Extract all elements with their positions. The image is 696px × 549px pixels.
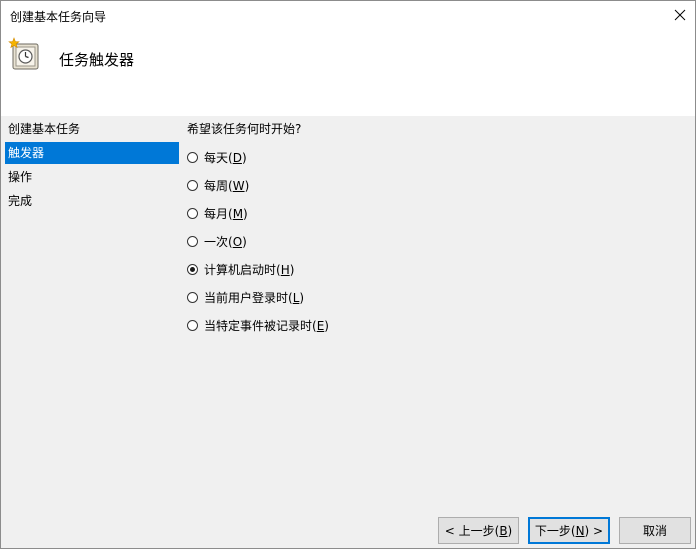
wizard-window: 创建基本任务向导 任务触发器 创建基本任务 触发器 操作 完成 希望该任务何时开… — [0, 0, 696, 549]
radio-button[interactable] — [187, 319, 198, 331]
radio-label: 每天(D) — [204, 150, 247, 165]
radio-label: 一次(O) — [204, 234, 247, 249]
wizard-steps-sidebar: 创建基本任务 触发器 操作 完成 — [5, 118, 179, 214]
radio-button[interactable] — [187, 179, 198, 191]
close-button[interactable] — [665, 1, 695, 31]
close-icon — [674, 9, 686, 24]
title-bar: 创建基本任务向导 — [1, 1, 695, 31]
sidebar-item-trigger[interactable]: 触发器 — [5, 142, 179, 164]
radio-button[interactable] — [187, 291, 198, 303]
radio-label: 当前用户登录时(L) — [204, 290, 305, 305]
radio-label: 每月(M) — [204, 206, 248, 221]
sidebar-item-create-basic-task[interactable]: 创建基本任务 — [5, 118, 179, 140]
radio-button[interactable] — [187, 235, 198, 247]
radio-at-logon[interactable]: 当前用户登录时(L) — [187, 288, 304, 306]
window-title: 创建基本任务向导 — [10, 10, 107, 24]
radio-label: 计算机启动时(H) — [204, 262, 295, 277]
radio-label: 每周(W) — [204, 178, 250, 193]
trigger-options-panel: 希望该任务何时开始? 每天(D) 每周(W) 每月(M) 一次(O) 计算机启动… — [187, 118, 687, 333]
radio-label: 当特定事件被记录时(E) — [204, 318, 329, 333]
cancel-button[interactable]: 取消 — [619, 517, 691, 544]
radio-once[interactable]: 一次(O) — [187, 232, 247, 250]
next-button[interactable]: 下一步(N) > — [528, 517, 610, 544]
radio-button[interactable] — [187, 151, 198, 163]
radio-daily[interactable]: 每天(D) — [187, 148, 247, 166]
sidebar-item-finish[interactable]: 完成 — [5, 190, 179, 212]
radio-on-event[interactable]: 当特定事件被记录时(E) — [187, 316, 329, 334]
wizard-header: 任务触发器 — [1, 31, 695, 116]
page-title: 任务触发器 — [59, 51, 135, 69]
radio-weekly[interactable]: 每周(W) — [187, 176, 249, 194]
radio-button[interactable] — [187, 207, 198, 219]
radio-button-checked[interactable] — [187, 263, 198, 275]
radio-at-startup[interactable]: 计算机启动时(H) — [187, 260, 294, 278]
task-scheduler-clock-icon — [7, 37, 41, 71]
sidebar-item-action[interactable]: 操作 — [5, 166, 179, 188]
back-button[interactable]: < 上一步(B) — [438, 517, 519, 544]
trigger-question: 希望该任务何时开始? — [187, 122, 302, 136]
radio-monthly[interactable]: 每月(M) — [187, 204, 248, 222]
